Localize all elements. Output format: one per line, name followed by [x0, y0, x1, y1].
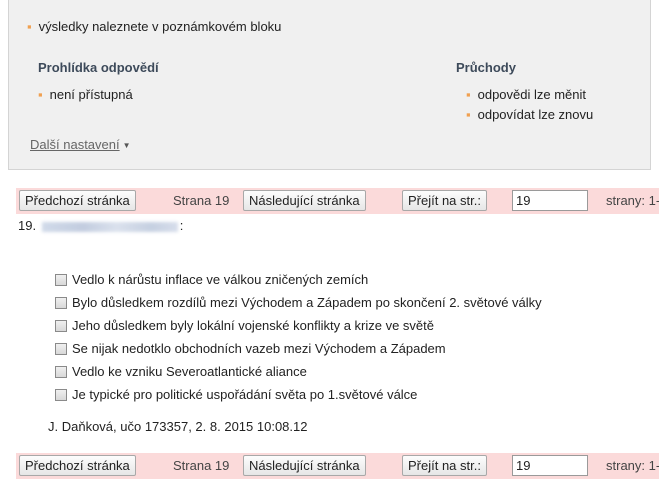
answer-option[interactable]: Bylo důsledkem rozdílů mezi Východem a Z…: [55, 291, 542, 314]
page-range: strany: 1-40: [606, 193, 659, 208]
bullet-icon: ▪: [466, 107, 471, 122]
checkbox[interactable]: [55, 296, 67, 309]
list-item: ▪ není přístupná: [38, 87, 133, 102]
settings-panel: ▪ výsledky naleznete v poznámkovém bloku …: [8, 0, 651, 170]
goto-page-button[interactable]: Přejít na str.:: [402, 190, 487, 211]
next-page-button[interactable]: Následující stránka: [243, 455, 366, 476]
answer-option[interactable]: Jeho důsledkem byly lokální vojenské kon…: [55, 314, 542, 337]
checkbox[interactable]: [55, 388, 67, 401]
checkbox[interactable]: [55, 273, 67, 286]
answer-option[interactable]: Vedlo ke vzniku Severoatlantické aliance: [55, 360, 542, 383]
question-heading: 19. :: [18, 218, 184, 233]
prev-page-button[interactable]: Předchozí stránka: [19, 455, 136, 476]
next-page-button[interactable]: Následující stránka: [243, 190, 366, 211]
list-item: ▪ odpovědi lze měnit: [466, 87, 587, 102]
page-indicator: Strana 19: [173, 458, 230, 473]
more-settings-link[interactable]: Další nastavení: [30, 137, 120, 152]
page-range: strany: 1-40: [606, 458, 659, 473]
answer-option[interactable]: Vedlo k nárůstu inflace ve válkou zničen…: [55, 268, 542, 291]
question-number: 19.: [18, 218, 37, 233]
passes-list: ▪ odpovědi lze měnit ▪ odpovídat lze znovu: [466, 85, 593, 125]
bullet-icon: ▪: [466, 87, 471, 102]
passes-title: Průchody: [456, 60, 516, 75]
bullet-icon: ▪: [38, 87, 43, 102]
review-list: ▪ není přístupná: [38, 85, 133, 105]
answer-options: Vedlo k nárůstu inflace ve válkou zničen…: [55, 268, 542, 406]
author-line: J. Daňková, učo 173357, 2. 8. 2015 10:08…: [48, 419, 308, 434]
page-number-input[interactable]: [512, 455, 588, 476]
results-note: ▪ výsledky naleznete v poznámkovém bloku: [27, 19, 282, 34]
bullet-icon: ▪: [27, 19, 32, 34]
review-title: Prohlídka odpovědí: [38, 60, 159, 75]
checkbox[interactable]: [55, 319, 67, 332]
caret-down-icon[interactable]: ▼: [123, 141, 131, 150]
goto-page-button[interactable]: Přejít na str.:: [402, 455, 487, 476]
pager-bottom: Předchozí stránka Strana 19 Následující …: [16, 453, 659, 479]
list-item: ▪ odpovídat lze znovu: [466, 107, 594, 122]
more-settings[interactable]: Další nastavení ▼: [30, 137, 131, 152]
answer-option[interactable]: Je typické pro politické uspořádání svět…: [55, 383, 542, 406]
answer-option[interactable]: Se nijak nedotklo obchodních vazeb mezi …: [55, 337, 542, 360]
checkbox[interactable]: [55, 342, 67, 355]
checkbox[interactable]: [55, 365, 67, 378]
prev-page-button[interactable]: Předchozí stránka: [19, 190, 136, 211]
blurred-question-text: [41, 221, 178, 232]
page-number-input[interactable]: [512, 190, 588, 211]
pager-top: Předchozí stránka Strana 19 Následující …: [16, 188, 659, 214]
page-indicator: Strana 19: [173, 193, 230, 208]
